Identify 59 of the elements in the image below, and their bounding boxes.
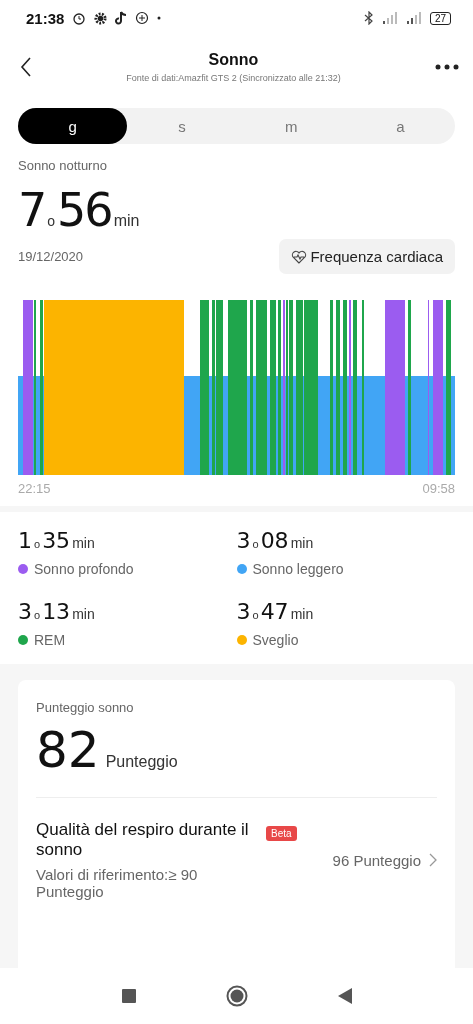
date-text: 19/12/2020	[18, 249, 84, 264]
bluetooth-icon	[363, 11, 374, 25]
axis-label: 09:58	[422, 481, 455, 496]
hours-unit: o	[47, 213, 56, 229]
dot-icon	[157, 16, 162, 20]
hours-unit: o	[252, 538, 259, 550]
minutes-value: 47	[260, 599, 289, 624]
score-unit: Punteggio	[105, 753, 178, 771]
hours-value: 3	[236, 528, 251, 553]
signal-icon	[381, 12, 398, 24]
hours-value: 1	[18, 528, 32, 553]
minutes-unit: min	[72, 606, 95, 622]
breathing-score-link[interactable]: 96 Punteggio	[332, 851, 421, 869]
hours-unit: o	[252, 609, 259, 621]
reference-text: Valori di riferimento:≥ 90 Punteggio	[36, 866, 199, 900]
hours-value: 3	[236, 599, 251, 624]
signal-icon	[405, 12, 422, 24]
minutes-value: 13	[42, 599, 71, 624]
legend-label: Sonno profondo	[34, 561, 134, 577]
more-icon[interactable]	[435, 64, 459, 70]
page-title: Sonno	[208, 51, 259, 69]
breathing-title: Qualità del respiro durante il sonno	[36, 820, 250, 860]
legend-label: REM	[34, 632, 66, 648]
period-tab[interactable]: g	[18, 108, 128, 144]
alarm-icon	[72, 11, 87, 25]
score-label: Punteggio sonno	[36, 700, 135, 715]
heart-rate-button[interactable]: Frequenza cardiaca	[279, 239, 455, 274]
home-icon[interactable]	[225, 985, 248, 1007]
minutes-value: 35	[42, 528, 71, 553]
beta-badge: Beta	[266, 826, 297, 841]
hours-unit: o	[34, 538, 41, 550]
legend-label: Sveglio	[252, 632, 299, 648]
music-note-icon	[115, 11, 128, 25]
minutes-value: 56	[57, 183, 112, 237]
axis-label: 22:15	[18, 481, 51, 496]
back-icon[interactable]	[20, 57, 32, 77]
score-value: 82	[36, 721, 100, 779]
minutes-unit: min	[290, 535, 314, 551]
period-tab[interactable]: s	[127, 108, 237, 144]
back-nav-icon[interactable]	[337, 988, 352, 1004]
minutes-unit: min	[113, 212, 140, 230]
chevron-right-icon[interactable]	[429, 853, 437, 867]
heart-pulse-icon	[291, 249, 308, 264]
minutes-unit: min	[72, 535, 95, 551]
period-tab[interactable]: m	[236, 108, 346, 144]
data-source-text: Fonte di dati:Amazfit GTS 2 (Sincronizzato alle 21:32)	[126, 73, 341, 83]
section-label: Sonno notturno	[18, 158, 108, 173]
hours-value: 7	[18, 183, 46, 237]
hours-value: 3	[18, 599, 32, 624]
period-tab[interactable]: a	[345, 108, 455, 144]
hours-unit: o	[34, 609, 41, 621]
battery-level: 27	[429, 11, 451, 25]
recents-icon[interactable]	[121, 989, 136, 1003]
status-time: 21:38	[26, 9, 65, 27]
gear-icon	[94, 11, 108, 25]
minutes-unit: min	[290, 606, 314, 622]
legend-label: Sonno leggero	[252, 561, 344, 577]
plus-circle-icon	[135, 11, 150, 25]
minutes-value: 08	[260, 528, 289, 553]
